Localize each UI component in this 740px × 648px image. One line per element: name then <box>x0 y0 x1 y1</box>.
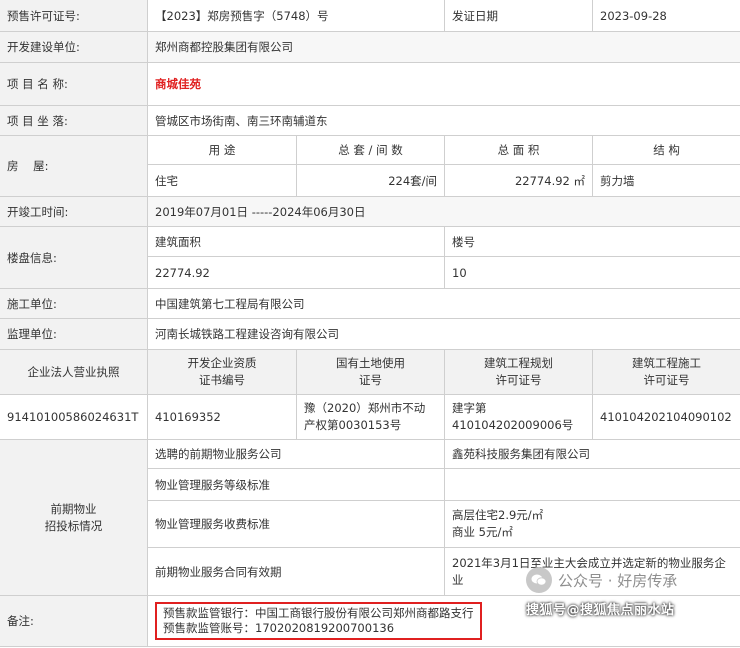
license-header-land: 国有土地使用 证号 <box>295 349 446 395</box>
housing-use: 住宅 <box>147 164 297 197</box>
license-header-construction: 建筑工程施工 许可证号 <box>592 349 740 395</box>
property-bidding-label: 前期物业 招投标情况 <box>0 439 148 596</box>
supervision-bank-line: 预售款监管银行：中国工商银行股份有限公司郑州商都路支行 <box>163 606 474 620</box>
license-construction-no: 410104202104090102 <box>592 394 740 440</box>
housing-header-use: 用 途 <box>147 135 297 165</box>
permit-label: 预售许可证号: <box>0 0 148 32</box>
remark-content: 预售款监管银行：中国工商银行股份有限公司郑州商都路支行 预售款监管账号：1702… <box>146 595 740 647</box>
building-area: 22774.92 <box>146 256 446 289</box>
issue-date: 2023-09-28 <box>592 0 740 32</box>
building-number: 10 <box>444 256 740 289</box>
permit-number: 【2023】郑房预售字（5748）号 <box>146 0 446 32</box>
remark-highlight-box: 预售款监管银行：中国工商银行股份有限公司郑州商都路支行 预售款监管账号：1702… <box>155 602 482 640</box>
supervision-company: 河南长城铁路工程建设咨询有限公司 <box>146 318 740 350</box>
building-info-label: 楼盘信息: <box>0 226 148 289</box>
property-row-value: 2021年3月1日至业主大会成立并选定新的物业服务企 业 <box>444 547 740 596</box>
presale-info-table: 预售许可证号: 【2023】郑房预售字（5748）号 发证日期 2023-09-… <box>0 0 740 647</box>
license-header-business: 企业法人营业执照 <box>0 349 148 395</box>
property-row-label: 选聘的前期物业服务公司 <box>146 439 446 469</box>
building-area-label: 建筑面积 <box>146 226 446 257</box>
housing-header-structure: 结 构 <box>592 135 740 165</box>
schedule-label: 开竣工时间: <box>0 196 148 227</box>
housing-area: 22774.92 ㎡ <box>444 164 594 197</box>
property-row-value <box>444 468 740 501</box>
presale-info-page: 预售许可证号: 【2023】郑房预售字（5748）号 发证日期 2023-09-… <box>0 0 740 648</box>
property-row-value: 高层住宅2.9元/㎡ 商业 5元/㎡ <box>444 500 740 548</box>
property-row-value: 鑫苑科技服务集团有限公司 <box>444 439 740 469</box>
construction-company: 中国建筑第七工程局有限公司 <box>146 288 740 319</box>
developer-name: 郑州商都控股集团有限公司 <box>146 31 740 63</box>
supervision-account-line: 预售款监管账号：1702020819200700136 <box>163 621 395 635</box>
license-header-qualification: 开发企业资质 证书编号 <box>147 349 297 395</box>
housing-units: 224套/间 <box>295 164 446 197</box>
license-business-no: 91410100586024631T <box>0 394 148 440</box>
property-row-label: 前期物业服务合同有效期 <box>146 547 446 596</box>
project-name-label: 项 目 名 称: <box>0 62 148 106</box>
property-row-label: 物业管理服务等级标准 <box>146 468 446 501</box>
housing-header-units: 总 套 / 间 数 <box>295 135 446 165</box>
property-row-label: 物业管理服务收费标准 <box>146 500 446 548</box>
developer-label: 开发建设单位: <box>0 31 148 63</box>
location-label: 项 目 坐 落: <box>0 105 148 136</box>
building-number-label: 楼号 <box>444 226 740 257</box>
supervision-label: 监理单位: <box>0 318 148 350</box>
project-name: 商城佳苑 <box>146 62 740 106</box>
license-planning-no: 建字第 410104202009006号 <box>444 394 594 440</box>
license-header-planning: 建筑工程规划 许可证号 <box>444 349 594 395</box>
schedule-value: 2019年07月01日 -----2024年06月30日 <box>146 196 740 227</box>
issue-date-label: 发证日期 <box>444 0 594 32</box>
license-land-no: 豫（2020）郑州市不动 产权第0030153号 <box>295 394 446 440</box>
remark-label: 备注: <box>0 595 148 647</box>
construction-label: 施工单位: <box>0 288 148 319</box>
housing-header-area: 总 面 积 <box>444 135 594 165</box>
project-location: 管城区市场街南、南三环南辅道东 <box>146 105 740 136</box>
housing-structure: 剪力墙 <box>592 164 740 197</box>
housing-label: 房 屋: <box>0 135 148 197</box>
license-qualification-no: 410169352 <box>147 394 297 440</box>
